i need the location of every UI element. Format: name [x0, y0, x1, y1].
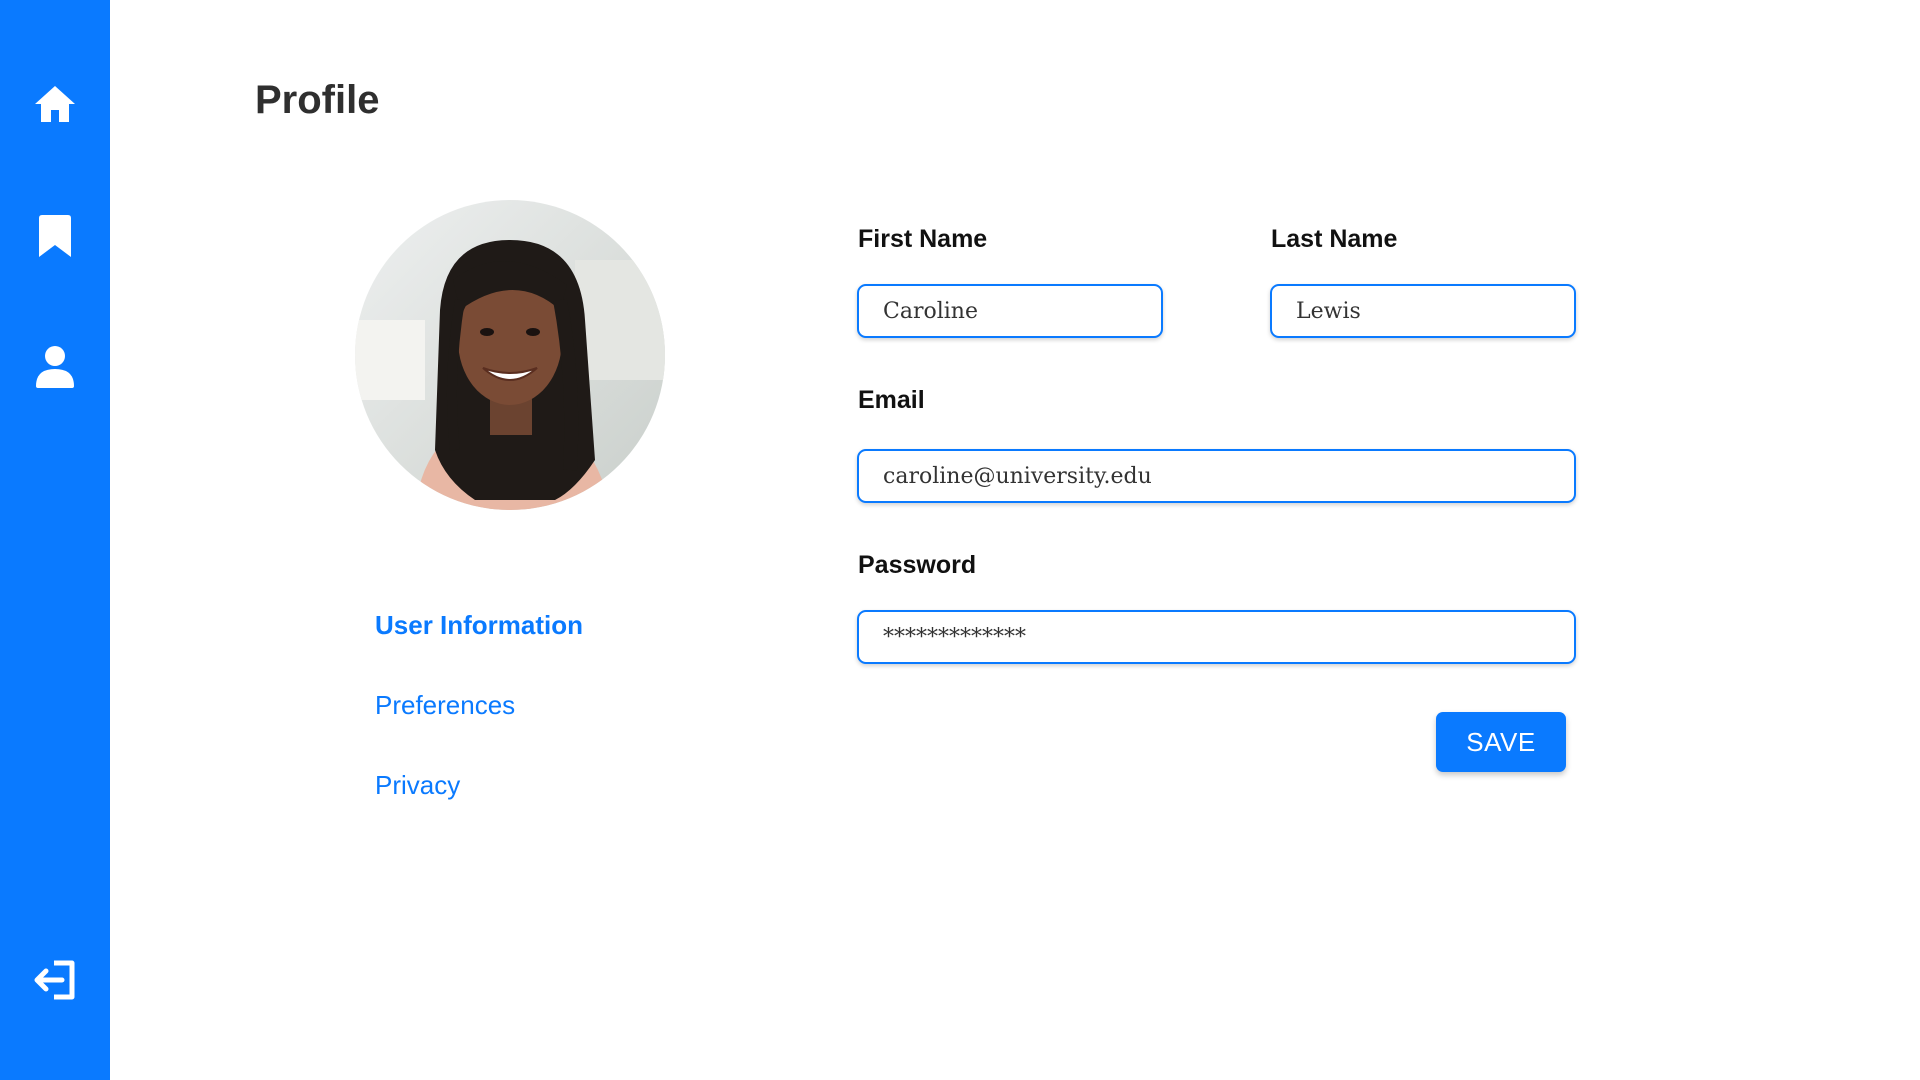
profile-photo	[355, 200, 665, 510]
logout-button[interactable]	[0, 950, 110, 1010]
last-name-label: Last Name	[1271, 225, 1398, 253]
menu-privacy[interactable]: Privacy	[375, 770, 460, 801]
password-input[interactable]	[857, 610, 1576, 664]
email-label: Email	[858, 386, 925, 414]
sidebar	[0, 0, 110, 1080]
email-input[interactable]	[857, 449, 1576, 503]
profile-nav-button[interactable]	[0, 336, 110, 396]
menu-preferences[interactable]: Preferences	[375, 690, 515, 721]
password-label: Password	[858, 551, 977, 579]
home-nav-button[interactable]	[0, 74, 110, 134]
page-title: Profile	[255, 78, 380, 122]
menu-user-information[interactable]: User Information	[375, 610, 583, 641]
last-name-input[interactable]	[1270, 284, 1576, 338]
bookmark-icon	[39, 215, 71, 257]
bookmark-nav-button[interactable]	[0, 206, 110, 266]
save-button[interactable]: SAVE	[1436, 712, 1566, 772]
home-icon	[35, 86, 75, 122]
first-name-label: First Name	[858, 225, 988, 253]
first-name-input[interactable]	[857, 284, 1163, 338]
user-icon	[36, 346, 74, 388]
logout-icon	[34, 960, 75, 1000]
avatar	[355, 200, 665, 510]
